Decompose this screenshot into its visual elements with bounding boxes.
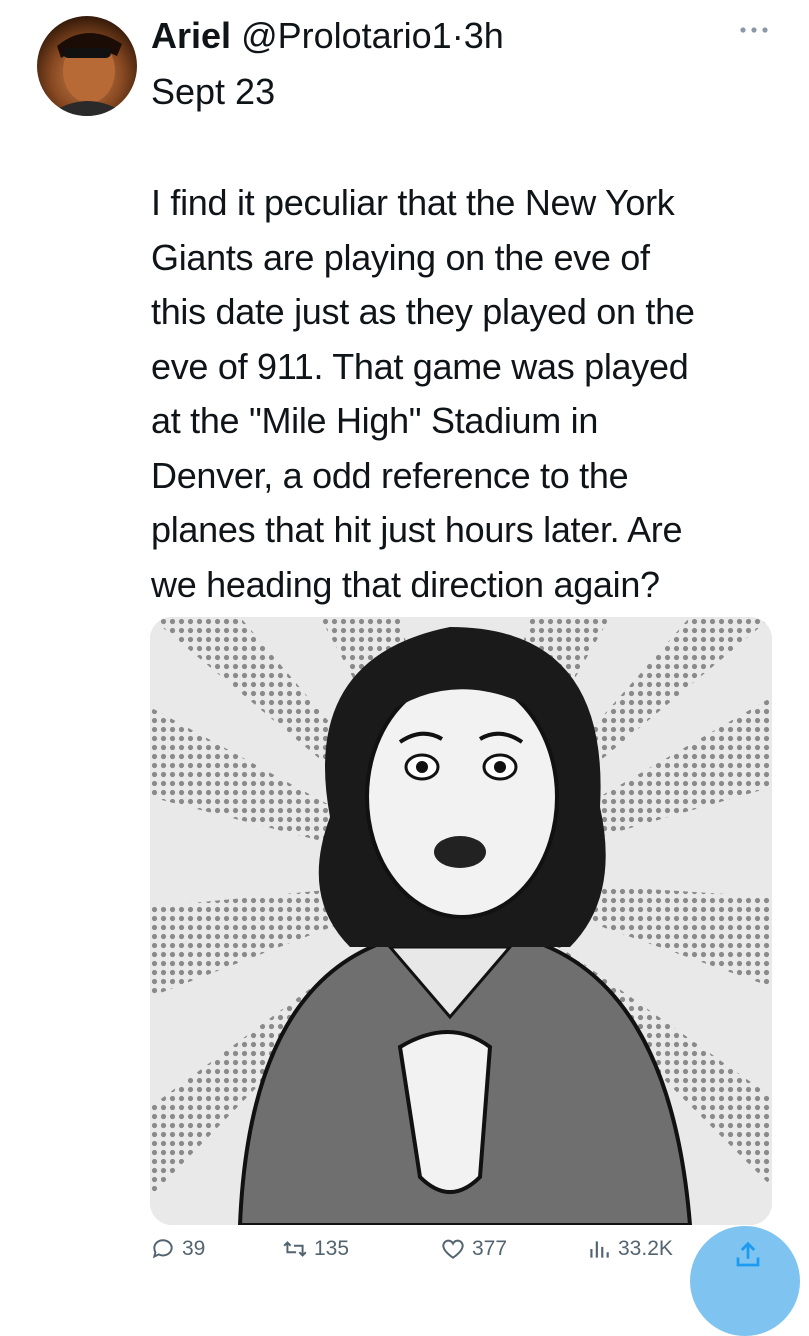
author-handle[interactable]: @Prolotario1 xyxy=(241,15,452,56)
views-count: 33.2K xyxy=(618,1237,673,1260)
share-icon[interactable] xyxy=(733,1240,763,1270)
tweet-header: Ariel @Prolotario1·3h xyxy=(151,14,504,58)
tweet-text: I find it peculiar that the New York Gia… xyxy=(151,182,695,605)
author-name[interactable]: Ariel xyxy=(151,15,231,56)
tweet-actions: 39 135 377 33.2K xyxy=(150,1228,772,1280)
comic-illustration xyxy=(150,617,772,1225)
author-avatar[interactable] xyxy=(37,16,137,116)
retweet-count: 135 xyxy=(314,1237,350,1260)
reply-button[interactable]: 39 xyxy=(150,1236,205,1262)
views-button[interactable]: 33.2K xyxy=(586,1236,673,1262)
like-count: 377 xyxy=(472,1237,508,1260)
more-icon[interactable] xyxy=(737,20,771,40)
views-icon xyxy=(590,1241,609,1258)
retweet-icon xyxy=(283,1241,307,1257)
date-line: Sept 23 xyxy=(151,71,276,112)
like-button[interactable]: 377 xyxy=(440,1236,507,1262)
avatar-image xyxy=(47,32,129,116)
like-icon xyxy=(442,1239,464,1259)
retweet-button[interactable]: 135 xyxy=(282,1236,349,1262)
reply-count: 39 xyxy=(182,1237,206,1260)
tweet-time[interactable]: 3h xyxy=(464,15,504,56)
tweet-media-image[interactable] xyxy=(150,617,772,1225)
header-separator: · xyxy=(451,15,464,56)
reply-icon xyxy=(152,1239,173,1259)
